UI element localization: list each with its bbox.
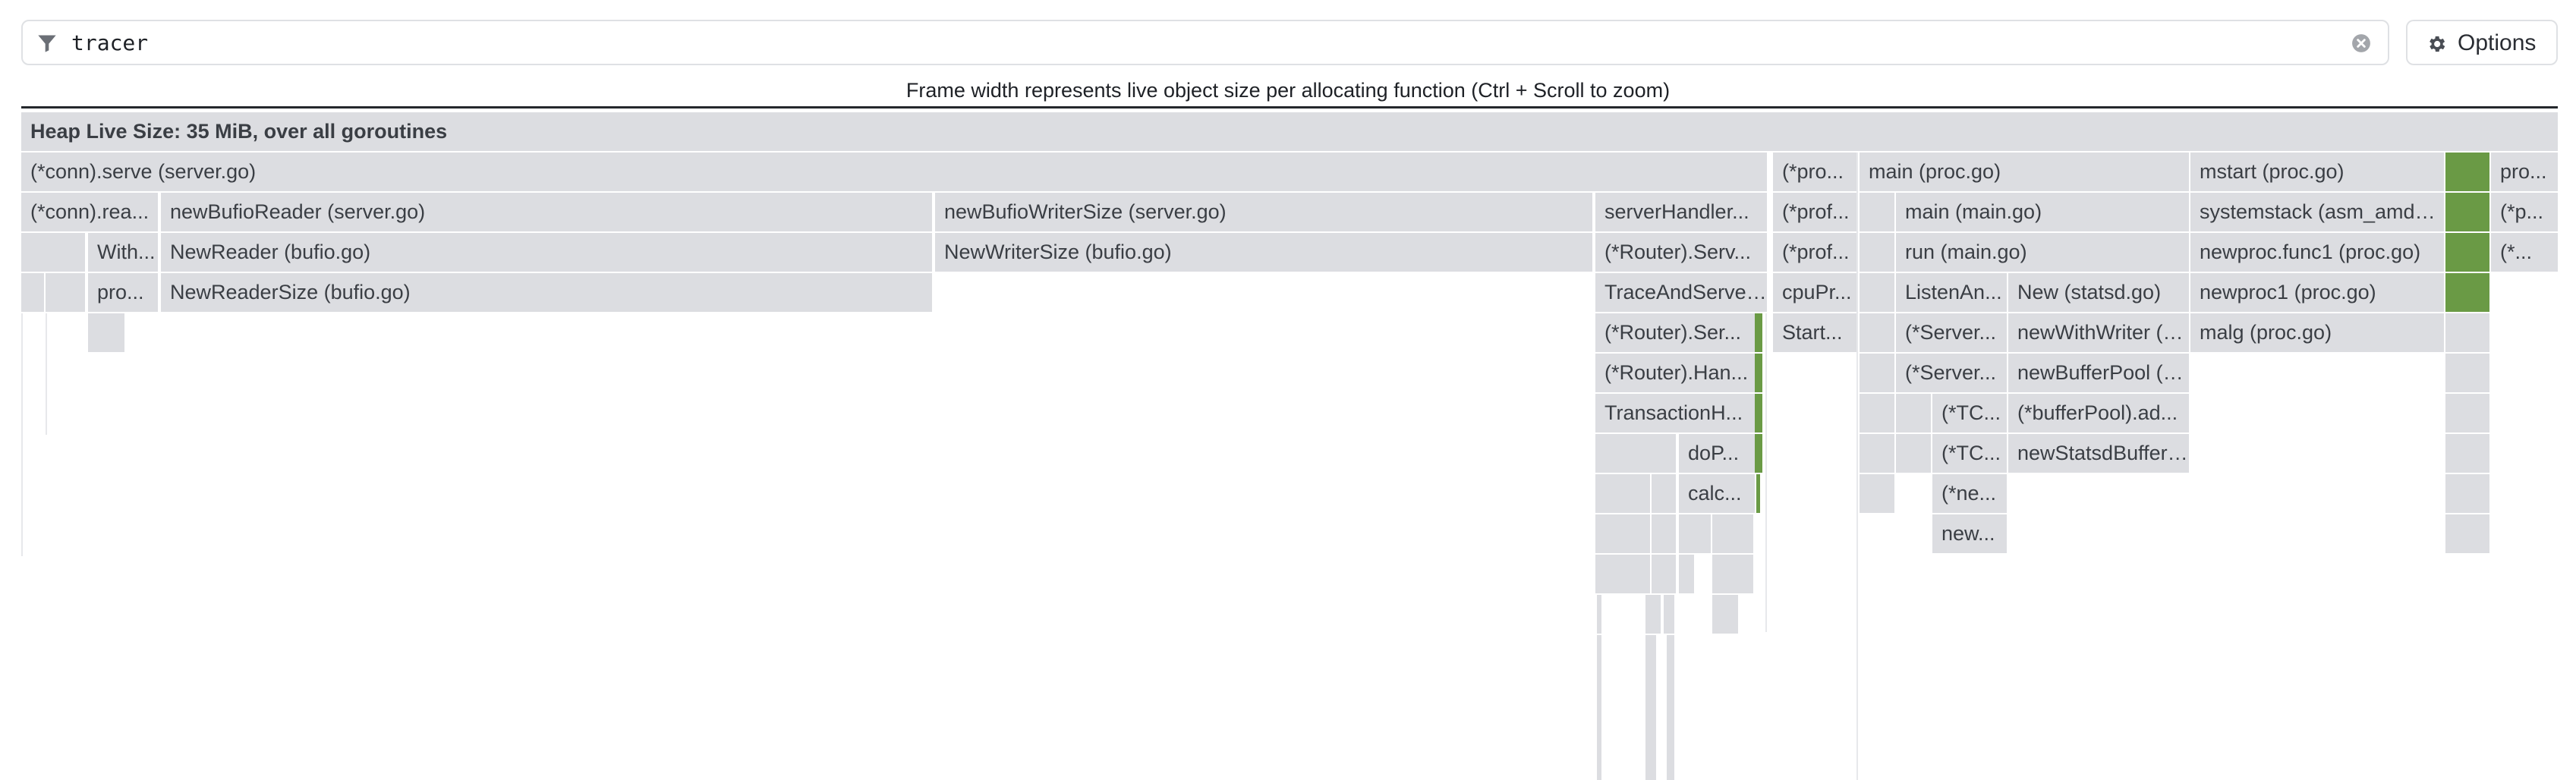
flame-frame-highlighted[interactable]: [1755, 313, 1762, 352]
flame-frame[interactable]: [1664, 595, 1674, 634]
flame-frame[interactable]: [1860, 313, 1894, 352]
flame-frame[interactable]: newproc.func1 (proc.go): [2190, 233, 2444, 272]
flame-frame[interactable]: newWithWriter (s...: [2008, 313, 2189, 352]
flame-frame[interactable]: TraceAndServe ...: [1595, 273, 1767, 312]
flame-frame[interactable]: New (statsd.go): [2008, 273, 2189, 312]
flame-frame[interactable]: [1712, 514, 1753, 553]
flame-frame[interactable]: [1679, 555, 1694, 593]
flame-frame[interactable]: main (proc.go): [1860, 153, 2189, 191]
flame-frame-highlighted[interactable]: [1755, 354, 1762, 392]
flame-gap-line: [21, 313, 23, 556]
flame-frame[interactable]: main (main.go): [1896, 193, 2189, 231]
flame-frame[interactable]: run (main.go): [1896, 233, 2189, 272]
flame-frame[interactable]: (*conn).rea...: [21, 193, 158, 231]
flame-frame[interactable]: NewReader (bufio.go): [161, 233, 932, 272]
flame-frame[interactable]: NewWriterSize (bufio.go): [935, 233, 1592, 272]
flame-frame[interactable]: ListenAn...: [1896, 273, 2007, 312]
flame-frame[interactable]: [1860, 193, 1894, 231]
flame-frame[interactable]: [1597, 635, 1601, 780]
flame-frame-highlighted[interactable]: [1756, 474, 1760, 513]
flame-frame[interactable]: [1595, 434, 1676, 473]
flame-frame[interactable]: pro...: [2491, 153, 2558, 191]
flame-frame-highlighted[interactable]: [2445, 193, 2489, 231]
flame-frame[interactable]: mstart (proc.go): [2190, 153, 2444, 191]
flame-frame[interactable]: [1860, 394, 1894, 432]
flame-frame[interactable]: [21, 233, 85, 272]
flame-frame[interactable]: [88, 313, 124, 352]
flame-frame[interactable]: (*conn).serve (server.go): [21, 153, 1767, 191]
flame-frame[interactable]: [1652, 474, 1676, 513]
flame-frame-highlighted[interactable]: [2445, 273, 2489, 312]
flame-frame[interactable]: (*pro...: [1773, 153, 1856, 191]
flame-frame[interactable]: (*TC...: [1932, 394, 2007, 432]
flame-frame[interactable]: [1860, 354, 1894, 392]
flame-frame[interactable]: [1597, 595, 1601, 634]
flame-root-frame[interactable]: Heap Live Size: 35 MiB, over all gorouti…: [21, 112, 2558, 151]
flame-frame[interactable]: newStatsdBuffer ...: [2008, 434, 2189, 473]
flame-frame[interactable]: [2445, 434, 2489, 473]
flame-frame-highlighted[interactable]: [2445, 233, 2489, 272]
flame-frame[interactable]: [2445, 313, 2489, 352]
flame-frame[interactable]: [1645, 635, 1656, 780]
flame-frame[interactable]: malg (proc.go): [2190, 313, 2444, 352]
flame-frame[interactable]: doP...: [1679, 434, 1755, 473]
flame-frame[interactable]: (*prof...: [1773, 233, 1856, 272]
flame-frame[interactable]: [1896, 394, 1931, 432]
flame-frame[interactable]: (*bufferPool).ad...: [2008, 394, 2189, 432]
flame-frame[interactable]: Start...: [1773, 313, 1856, 352]
flame-graph: Heap Live Size: 35 MiB, over all gorouti…: [0, 0, 2576, 780]
flame-frame[interactable]: (*TC...: [1932, 434, 2007, 473]
flame-gap-line: [1856, 153, 1858, 780]
flame-gap-line: [1765, 313, 1767, 632]
flame-frame[interactable]: calc...: [1679, 474, 1755, 513]
flame-frame[interactable]: [1667, 635, 1674, 780]
flame-frame[interactable]: [2445, 394, 2489, 432]
flame-frame[interactable]: [1860, 434, 1894, 473]
flame-frame[interactable]: [1652, 514, 1676, 553]
app-root: Options Frame width represents live obje…: [0, 0, 2576, 780]
flame-frame[interactable]: (*Router).Han...: [1595, 354, 1755, 392]
flame-frame[interactable]: NewReaderSize (bufio.go): [161, 273, 932, 312]
flame-frame[interactable]: serverHandler...: [1595, 193, 1767, 231]
flame-frame[interactable]: [46, 273, 85, 312]
flame-frame[interactable]: newBufioReader (server.go): [161, 193, 932, 231]
flame-frame[interactable]: [1860, 474, 1894, 513]
flame-frame-highlighted[interactable]: [2445, 153, 2489, 191]
flame-frame[interactable]: (*Router).Serv...: [1595, 233, 1767, 272]
flame-frame[interactable]: (*prof...: [1773, 193, 1856, 231]
flame-frame[interactable]: (*ne...: [1932, 474, 2007, 513]
flame-frame[interactable]: TransactionH...: [1595, 394, 1755, 432]
flame-frame[interactable]: (*Router).Ser...: [1595, 313, 1755, 352]
flame-frame[interactable]: [1595, 474, 1650, 513]
flame-frame[interactable]: (*...: [2491, 233, 2558, 272]
flame-frame[interactable]: [21, 273, 44, 312]
flame-frame[interactable]: [1896, 434, 1931, 473]
flame-frame[interactable]: [1652, 555, 1676, 593]
flame-frame[interactable]: [1712, 595, 1738, 634]
flame-frame[interactable]: [1645, 595, 1661, 634]
flame-frame[interactable]: newBufferPool (b...: [2008, 354, 2189, 392]
flame-frame[interactable]: (*Server...: [1896, 354, 2007, 392]
flame-frame[interactable]: With...: [88, 233, 158, 272]
flame-frame[interactable]: [1712, 555, 1753, 593]
flame-frame[interactable]: (*p...: [2491, 193, 2558, 231]
flame-frame[interactable]: [1595, 514, 1650, 553]
flame-frame[interactable]: systemstack (asm_amd64...: [2190, 193, 2444, 231]
flame-frame[interactable]: cpuPr...: [1773, 273, 1856, 312]
flame-frame[interactable]: [1679, 514, 1711, 553]
flame-frame[interactable]: [2445, 474, 2489, 513]
flame-frame-highlighted[interactable]: [1755, 394, 1762, 432]
flame-frame[interactable]: [1860, 273, 1894, 312]
flame-frame[interactable]: [2445, 514, 2489, 553]
flame-frame[interactable]: new...: [1932, 514, 2007, 553]
flame-frame[interactable]: pro...: [88, 273, 158, 312]
flame-gap-line: [46, 313, 47, 435]
flame-frame-highlighted[interactable]: [1755, 434, 1762, 473]
flame-frame[interactable]: [1860, 233, 1894, 272]
flame-frame[interactable]: newproc1 (proc.go): [2190, 273, 2444, 312]
flame-frame[interactable]: (*Server...: [1896, 313, 2007, 352]
flame-frame[interactable]: [2445, 354, 2489, 392]
flame-frame[interactable]: [1595, 555, 1650, 593]
flame-frame[interactable]: newBufioWriterSize (server.go): [935, 193, 1592, 231]
